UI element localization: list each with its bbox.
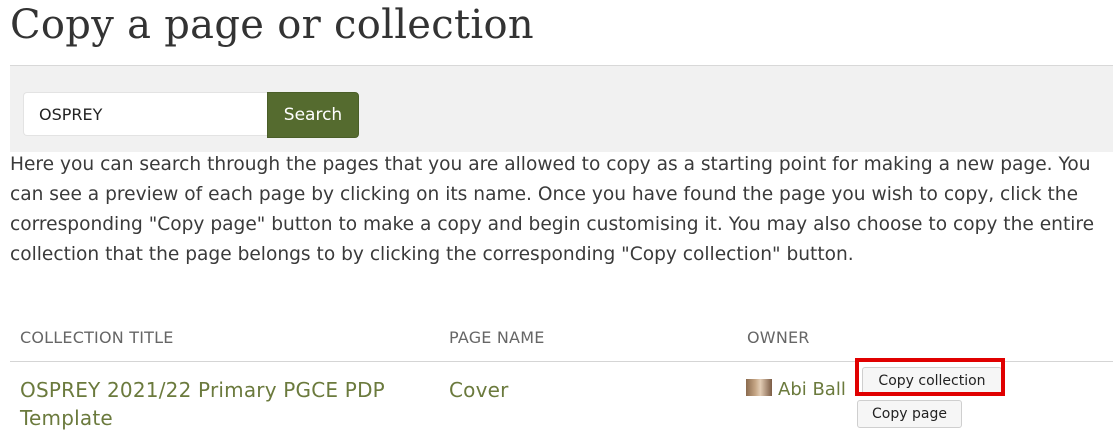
highlight-box bbox=[855, 358, 1005, 396]
column-header-owner: OWNER bbox=[747, 328, 810, 347]
search-bar: Search bbox=[10, 65, 1113, 152]
owner-link[interactable]: Abi Ball bbox=[778, 379, 846, 400]
column-header-page-name: PAGE NAME bbox=[449, 328, 545, 347]
page-title: Copy a page or collection bbox=[10, 2, 534, 48]
intro-text: Here you can search through the pages th… bbox=[10, 154, 1095, 265]
avatar bbox=[746, 379, 772, 396]
column-header-collection-title: COLLECTION TITLE bbox=[20, 328, 174, 347]
copy-page-button[interactable]: Copy page bbox=[857, 400, 962, 428]
collection-title-link[interactable]: OSPREY 2021/22 Primary PGCE PDP Template bbox=[20, 376, 420, 432]
owner-cell: Abi Ball bbox=[746, 376, 846, 404]
search-input[interactable] bbox=[23, 92, 267, 136]
page-name-link[interactable]: Cover bbox=[449, 376, 509, 404]
search-button[interactable]: Search bbox=[267, 92, 359, 138]
